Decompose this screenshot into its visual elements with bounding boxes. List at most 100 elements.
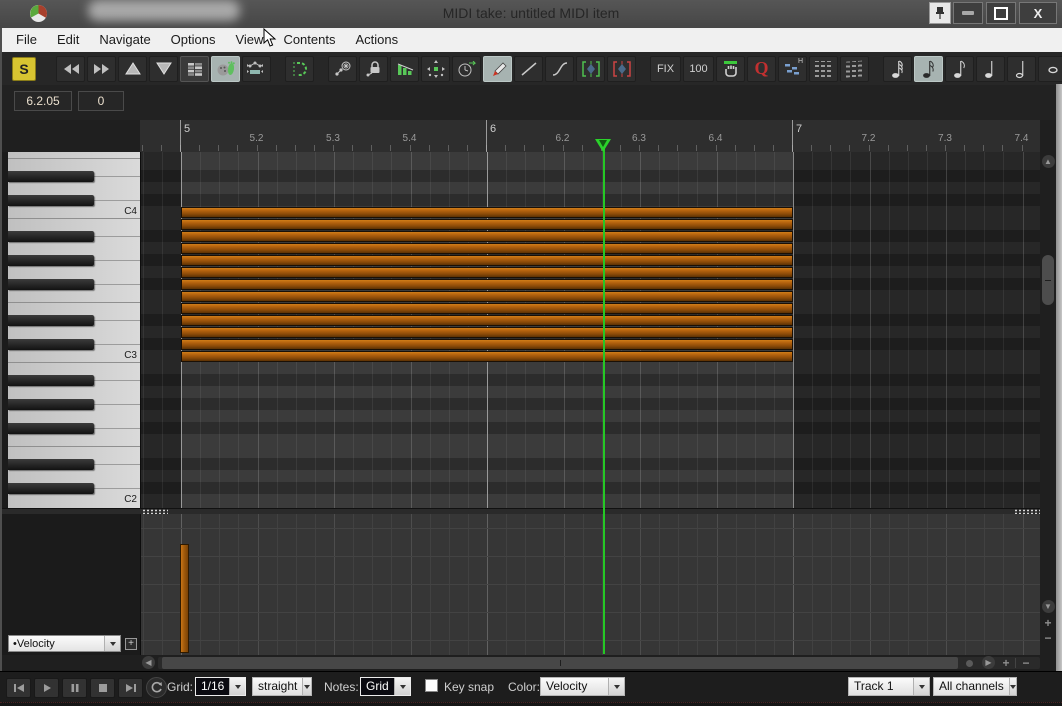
midi-note[interactable]: [181, 339, 793, 350]
go-to-end-button[interactable]: [118, 678, 143, 698]
horizontal-scrollbar[interactable]: ◀ ▶ + −: [0, 655, 1062, 671]
menu-file[interactable]: File: [6, 28, 47, 52]
line-tool-button[interactable]: [514, 56, 543, 82]
menu-options[interactable]: Options: [161, 28, 226, 52]
fix-button[interactable]: FIX: [650, 56, 681, 82]
piano-key-black[interactable]: [8, 399, 94, 410]
midi-note[interactable]: [181, 267, 793, 278]
timeline-ruler[interactable]: 55.25.35.466.26.36.477.27.37.4: [140, 120, 1040, 152]
window-resize-edge[interactable]: [1056, 84, 1062, 702]
vertical-scrollbar[interactable]: ▲ ▼ + −: [1040, 152, 1056, 655]
piano-key-black[interactable]: [8, 315, 94, 326]
note-length-1-4-button[interactable]: [976, 56, 1005, 82]
piano-key-black[interactable]: [8, 423, 94, 434]
vzoom-in-button[interactable]: +: [1041, 616, 1055, 630]
menu-contents[interactable]: Contents: [273, 28, 345, 52]
note-length-whole-button[interactable]: [1038, 56, 1062, 82]
hzoom-in-button[interactable]: +: [999, 656, 1013, 670]
piano-key-black[interactable]: [8, 279, 94, 290]
nav-up-button[interactable]: [118, 56, 147, 82]
midi-note[interactable]: [181, 291, 793, 302]
piano-key-black[interactable]: [8, 171, 94, 182]
menu-edit[interactable]: Edit: [47, 28, 89, 52]
hzoom-out-button[interactable]: −: [1019, 656, 1033, 670]
grid-type-combo[interactable]: straight: [252, 677, 312, 696]
channel-combo[interactable]: All channels: [933, 677, 1017, 696]
marker-green-button[interactable]: [576, 56, 605, 82]
draw-pencil-button[interactable]: [483, 56, 512, 82]
position-offset-field[interactable]: 0: [78, 91, 124, 111]
scroll-left-button[interactable]: ◀: [142, 656, 155, 669]
midi-note[interactable]: [181, 315, 793, 326]
piano-key-black[interactable]: [8, 459, 94, 470]
time-adjust-button[interactable]: [452, 56, 481, 82]
vzoom-out-button[interactable]: −: [1041, 631, 1055, 645]
pin-button[interactable]: [929, 2, 951, 24]
dock-button[interactable]: [285, 56, 314, 82]
grid-size-combo[interactable]: 1/16: [195, 677, 246, 696]
wheel-node-button[interactable]: [328, 56, 357, 82]
velocity-100-button[interactable]: 100: [683, 56, 714, 82]
midi-note[interactable]: [181, 231, 793, 242]
stop-button[interactable]: [90, 678, 115, 698]
velocity-lane[interactable]: [140, 514, 1040, 655]
repeat-button[interactable]: [146, 677, 167, 698]
track-combo[interactable]: Track 1: [848, 677, 930, 696]
menu-navigate[interactable]: Navigate: [89, 28, 160, 52]
menu-actions[interactable]: Actions: [345, 28, 408, 52]
close-button[interactable]: X: [1019, 2, 1057, 24]
vscroll-thumb[interactable]: [1042, 255, 1054, 305]
scroll-up-button[interactable]: ▲: [1042, 155, 1055, 168]
piano-keyboard[interactable]: C4C3C2: [8, 152, 140, 508]
velocity-hand-button[interactable]: [716, 56, 745, 82]
midi-note[interactable]: [181, 279, 793, 290]
notes-combo[interactable]: Grid: [360, 677, 411, 696]
midi-note[interactable]: [181, 255, 793, 266]
item-right-edge[interactable]: [793, 152, 794, 508]
piano-roll[interactable]: [140, 152, 1040, 508]
cc-lane-selector[interactable]: •Velocity: [8, 635, 121, 652]
marker-red-button[interactable]: [607, 56, 636, 82]
note-length-1-8-button[interactable]: [945, 56, 974, 82]
add-cc-lane-button[interactable]: +: [125, 638, 137, 650]
sync-button[interactable]: S: [12, 57, 36, 81]
midi-note[interactable]: [181, 243, 793, 254]
midi-note[interactable]: [181, 351, 793, 362]
key-snap-checkbox[interactable]: [425, 679, 438, 692]
scroll-right-button[interactable]: ▶: [982, 656, 995, 669]
minimize-button[interactable]: [953, 2, 983, 24]
go-to-start-button[interactable]: [6, 678, 31, 698]
piano-key-black[interactable]: [8, 231, 94, 242]
piano-key-black[interactable]: [8, 255, 94, 266]
nav-back-button[interactable]: [56, 56, 85, 82]
position-time-field[interactable]: 6.2.05: [14, 91, 72, 111]
hscroll-thumb[interactable]: [162, 657, 958, 669]
envelope-node-button[interactable]: [242, 56, 271, 82]
midi-note[interactable]: [181, 303, 793, 314]
quantize-button[interactable]: Q: [747, 56, 776, 82]
note-length-1-32-button[interactable]: [883, 56, 912, 82]
playhead-marker[interactable]: [595, 139, 611, 152]
nav-down-button[interactable]: [149, 56, 178, 82]
midi-note[interactable]: [181, 219, 793, 230]
palette-foot-button[interactable]: [211, 56, 240, 82]
move-node-button[interactable]: [421, 56, 450, 82]
scroll-down-button[interactable]: ▼: [1042, 600, 1055, 613]
piano-key-black[interactable]: [8, 375, 94, 386]
velocity-ramp-button[interactable]: [390, 56, 419, 82]
pause-button[interactable]: [62, 678, 87, 698]
curve-tool-button[interactable]: [545, 56, 574, 82]
maximize-button[interactable]: [986, 2, 1016, 24]
note-length-1-2-button[interactable]: [1007, 56, 1036, 82]
color-combo[interactable]: Velocity: [540, 677, 625, 696]
nav-forward-button[interactable]: [87, 56, 116, 82]
play-button[interactable]: [34, 678, 59, 698]
playhead[interactable]: [603, 141, 605, 654]
midi-note[interactable]: [181, 327, 793, 338]
event-list-button[interactable]: [180, 56, 209, 82]
note-length-1-16-button[interactable]: [914, 56, 943, 82]
lock-node-button[interactable]: [359, 56, 388, 82]
humanize-button[interactable]: H: [778, 56, 807, 82]
grid-quantized-button[interactable]: [809, 56, 838, 82]
piano-key-black[interactable]: [8, 339, 94, 350]
